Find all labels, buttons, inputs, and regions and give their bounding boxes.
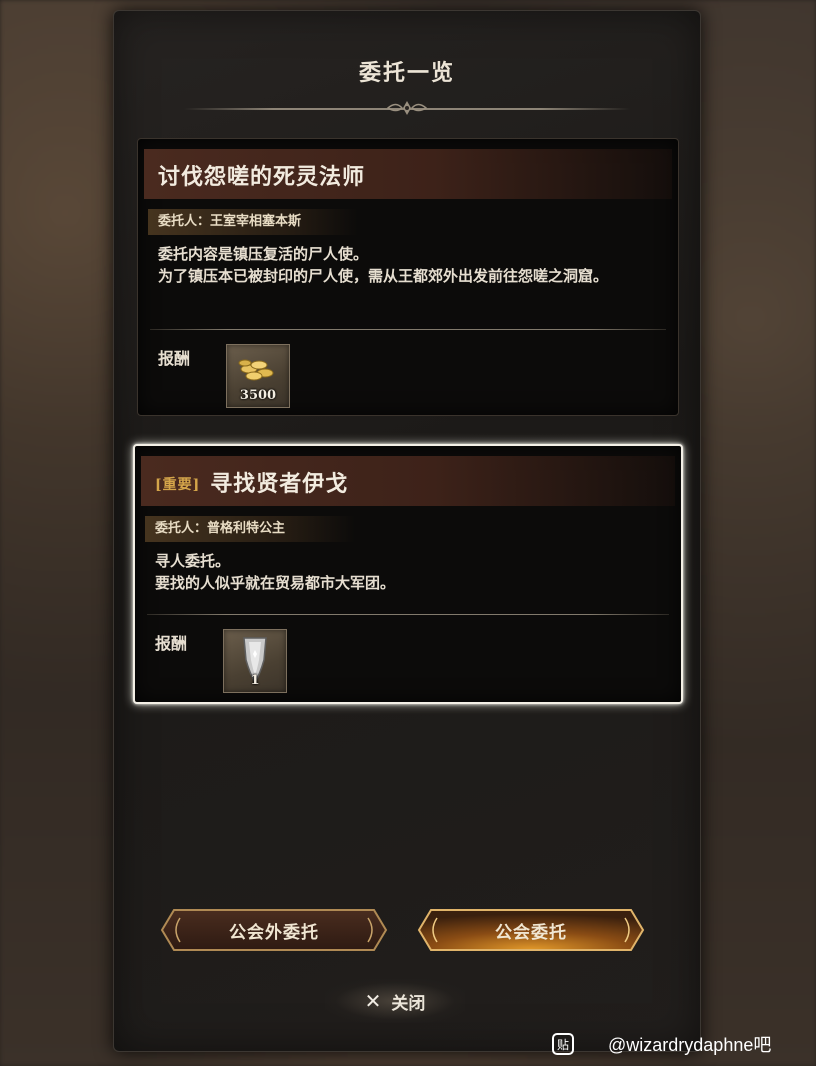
quest-title: [重要] 寻找贤者伊戈 <box>155 466 348 498</box>
ornament-icon <box>386 101 428 115</box>
quest-card-header: [重要] 寻找贤者伊戈 <box>141 456 675 506</box>
reward-item-shield[interactable]: 1 <box>223 629 287 693</box>
guild-quests-label: 公会委托 <box>495 922 567 943</box>
watermark: 贴 @wizardrydaphne吧 <box>552 1030 771 1058</box>
quest-title-text: 寻找贤者伊戈 <box>210 471 349 497</box>
quest-description: 委托内容是镇压复活的尸人使。 为了镇压本已被封印的尸人使，需从王都郊外出发前往怨… <box>158 243 668 287</box>
quest-description-line: 寻人委托。 <box>155 552 231 570</box>
quest-description: 寻人委托。 要找的人似乎就在贸易都市大军团。 <box>155 550 665 594</box>
close-label: 关闭 <box>391 993 426 1014</box>
reward-quantity: 1 <box>250 673 260 688</box>
quest-card-sage-igo[interactable]: [重要] 寻找贤者伊戈 委托人：普格利特公主 寻人委托。 要找的人似乎就在贸易都市… <box>133 444 683 704</box>
quest-card-necromancer[interactable]: 讨伐怨嗟的死灵法师 委托人：王室宰相塞本斯 委托内容是镇压复活的尸人使。 为了镇… <box>137 138 679 416</box>
reward-quantity: 3500 <box>239 388 277 403</box>
close-icon: ✕ <box>364 989 382 1013</box>
reward-divider <box>147 614 669 615</box>
reward-item-gold[interactable]: 3500 <box>226 344 290 408</box>
quest-title: 讨伐怨嗟的死灵法师 <box>158 159 365 191</box>
dialog-title: 委托一览 <box>358 60 455 86</box>
reward-label: 报酬 <box>158 349 191 368</box>
quest-client: 委托人：普格利特公主 <box>145 516 355 542</box>
guild-quests-button[interactable]: 公会委托 <box>417 906 645 954</box>
close-button[interactable]: ✕ 关闭 <box>325 979 465 1023</box>
reward-label: 报酬 <box>155 634 188 653</box>
tieba-icon: 贴 <box>552 1033 574 1055</box>
quest-card-header: 讨伐怨嗟的死灵法师 <box>144 149 672 199</box>
quest-list-dialog: 委托一览 讨伐怨嗟的死灵法师 委托人：王室宰相塞本斯 委托内容是镇压复活的尸人使… <box>113 10 701 1052</box>
important-tag: [重要] <box>155 477 201 493</box>
watermark-text: @wizardrydaphne吧 <box>608 1035 772 1055</box>
quest-description-line: 为了镇压本已被封印的尸人使，需从王都郊外出发前往怨嗟之洞窟。 <box>158 267 609 285</box>
quest-title-text: 讨伐怨嗟的死灵法师 <box>158 164 366 190</box>
quest-description-line: 委托内容是镇压复活的尸人使。 <box>158 245 369 263</box>
reward-divider <box>150 329 666 330</box>
quest-client: 委托人：王室宰相塞本斯 <box>148 209 358 235</box>
outside-guild-quests-label: 公会外委托 <box>229 922 319 943</box>
quest-description-line: 要找的人似乎就在贸易都市大军团。 <box>155 574 396 592</box>
outside-guild-quests-button[interactable]: 公会外委托 <box>160 906 388 954</box>
